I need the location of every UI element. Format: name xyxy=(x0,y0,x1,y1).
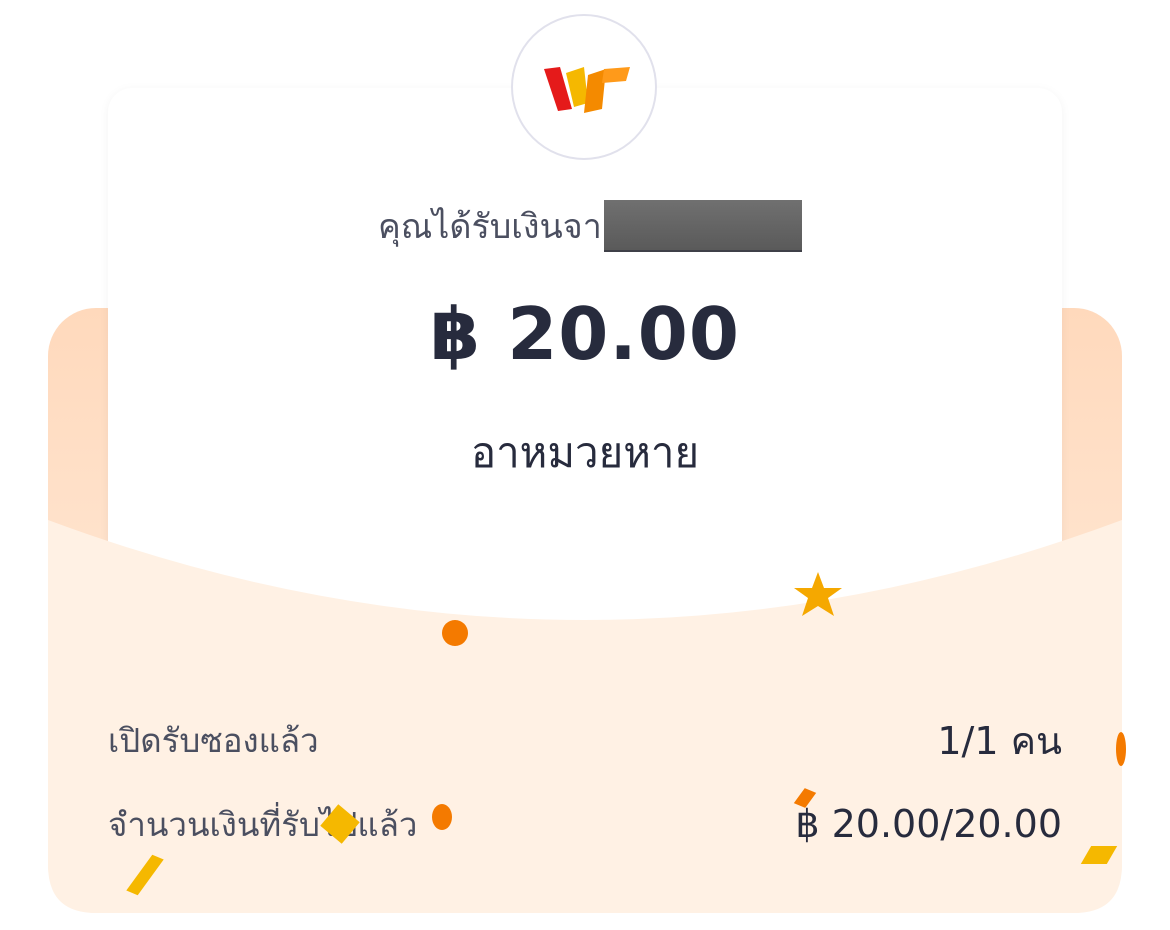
sender-name-redacted xyxy=(603,200,802,252)
dot-confetti-icon xyxy=(432,804,452,830)
received-amount-row: จำนวนเงินที่รับไปแล้ว ฿ 20.00/20.00 xyxy=(108,796,1062,852)
dot-confetti-icon xyxy=(1116,732,1126,766)
dot-confetti-icon xyxy=(442,620,468,646)
opened-label: เปิดรับซองแล้ว xyxy=(108,720,319,760)
opened-count-row: เปิดรับซองแล้ว 1/1 คน xyxy=(108,712,1062,768)
sender-prefix: คุณได้รับเงินจา xyxy=(378,207,602,247)
received-label: จำนวนเงินที่รับไปแล้ว xyxy=(108,804,418,844)
received-value: ฿ 20.00/20.00 xyxy=(795,802,1062,846)
truemoney-wallet-logo-icon xyxy=(544,67,630,113)
brand-logo-badge xyxy=(511,14,657,160)
opened-value: 1/1 คน xyxy=(937,718,1062,763)
star-confetti-icon xyxy=(794,572,842,616)
sender-line: คุณได้รับเงินจา xyxy=(378,200,802,252)
